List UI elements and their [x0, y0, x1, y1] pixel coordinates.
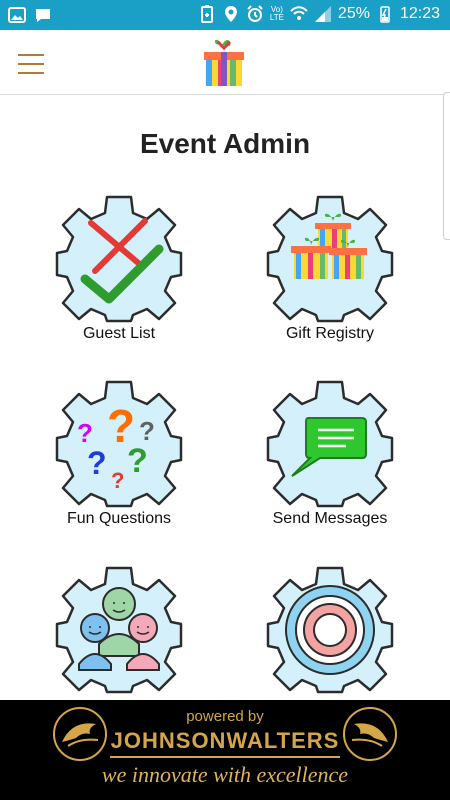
gift-registry-label: Gift Registry — [285, 325, 374, 342]
location-icon — [224, 6, 237, 22]
brand-underline — [110, 756, 340, 758]
brand-name: JOHNSONWALTERS — [110, 728, 340, 753]
gear-badge — [266, 566, 394, 694]
target-ring-icon — [285, 585, 375, 675]
fun-questions-tile[interactable]: ? ? ? ? ? ? Fun Questions — [44, 380, 194, 528]
battery-percent: 25% — [337, 5, 370, 22]
status-bar: Vo) LTE 25% 12:23 — [0, 0, 450, 30]
scroll-handle[interactable] — [443, 92, 450, 240]
wifi-icon — [290, 6, 308, 20]
page-title: Event Admin — [139, 128, 311, 159]
gear-badge: ? ? ? ? ? ? — [55, 380, 183, 508]
powered-by-text: powered by — [186, 708, 264, 725]
guest-list-tile[interactable]: Guest List — [44, 195, 194, 343]
hamburger-menu-icon[interactable] — [18, 54, 44, 74]
svg-text:?: ? — [77, 418, 93, 448]
gift-registry-tile[interactable]: Gift Registry — [255, 195, 405, 343]
guest-list-label: Guest List — [82, 325, 156, 342]
people-tile[interactable] — [44, 566, 194, 694]
message-notification-icon — [36, 9, 50, 22]
send-messages-label: Send Messages — [272, 510, 388, 527]
gift-box-icon — [204, 39, 244, 86]
image-notification-icon — [8, 7, 26, 23]
clock-time: 12:23 — [399, 5, 440, 22]
gear-badge — [55, 195, 183, 323]
brand-tagline: we innovate with excellence — [101, 762, 349, 787]
app-bar — [0, 30, 450, 95]
gear-badge — [55, 566, 183, 694]
battery-charging-icon — [380, 6, 390, 23]
gear-badge — [266, 195, 394, 323]
signal-icon — [314, 6, 331, 22]
gear-badge — [266, 380, 394, 508]
svg-text:?: ? — [127, 442, 148, 480]
fun-questions-label: Fun Questions — [66, 510, 172, 527]
volte-indicator: Vo) LTE — [269, 5, 284, 22]
svg-text:?: ? — [111, 468, 124, 493]
alarm-icon — [247, 5, 263, 22]
battery-saver-icon — [200, 5, 213, 23]
target-tile[interactable] — [255, 566, 405, 694]
send-messages-tile[interactable]: Send Messages — [255, 380, 405, 528]
brand-footer: powered by JOHNSONWALTERS we innovate wi… — [0, 700, 450, 800]
svg-text:?: ? — [87, 445, 107, 481]
